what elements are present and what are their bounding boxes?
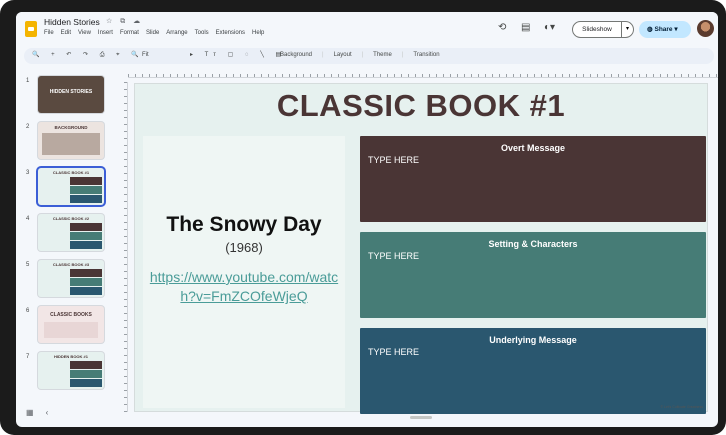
slide-number: 1 bbox=[26, 78, 30, 84]
history-icon[interactable]: ⟲ bbox=[498, 22, 506, 33]
collapse-panel-icon[interactable]: ‹ bbox=[46, 408, 61, 417]
menu-format[interactable]: Format bbox=[120, 30, 139, 36]
filmstrip-view-controls: ▦‹ bbox=[26, 408, 60, 417]
zoom-select[interactable]: Fit bbox=[142, 52, 149, 58]
divider: | bbox=[322, 52, 324, 58]
thumbnail-box bbox=[70, 370, 102, 378]
thumbnail-body bbox=[42, 133, 100, 155]
menu-insert[interactable]: Insert bbox=[98, 30, 113, 36]
slide-canvas[interactable]: CLASSIC BOOK #1 The Snowy Day (1968) htt… bbox=[134, 83, 708, 414]
slide-title[interactable]: CLASSIC BOOK #1 bbox=[135, 88, 707, 124]
slide-number: 3 bbox=[26, 170, 30, 176]
menu-bar: File Edit View Insert Format Slide Arran… bbox=[44, 30, 264, 36]
copyright-credit: © Let's Cultivate Greatness bbox=[660, 405, 703, 409]
slideshow-button[interactable]: Slideshow bbox=[572, 21, 622, 38]
slide-number: 4 bbox=[26, 216, 30, 222]
slide-thumbnail-4[interactable]: CLASSIC BOOK #2 bbox=[38, 214, 104, 251]
slide-number: 7 bbox=[26, 354, 30, 360]
comment-icon[interactable]: ▤ bbox=[521, 22, 530, 33]
slide-thumbnail-1[interactable]: HIDDEN STORIES bbox=[38, 76, 104, 113]
slide-thumbnail-5[interactable]: CLASSIC BOOK #3 bbox=[38, 260, 104, 297]
slideshow-dropdown[interactable]: ▾ bbox=[622, 21, 634, 38]
transition-button[interactable]: Transition bbox=[413, 52, 439, 58]
thumbnail-box bbox=[70, 361, 102, 369]
share-button[interactable]: ◍ Share ▾ bbox=[639, 21, 691, 38]
app-window: Hidden Stories ☆ ⧉ ☁ File Edit View Inse… bbox=[16, 12, 718, 427]
menu-file[interactable]: File bbox=[44, 30, 54, 36]
slide-thumbnail-6[interactable]: CLASSIC BOOKS bbox=[38, 306, 104, 343]
menu-arrange[interactable]: Arrange bbox=[166, 30, 187, 36]
box-placeholder[interactable]: TYPE HERE bbox=[368, 251, 419, 261]
box-placeholder[interactable]: TYPE HERE bbox=[368, 347, 419, 357]
thumbnail-box bbox=[70, 186, 102, 194]
menu-tools[interactable]: Tools bbox=[195, 30, 209, 36]
thumbnail-box bbox=[70, 379, 102, 387]
divider: | bbox=[361, 52, 364, 58]
background-button[interactable]: Background bbox=[280, 52, 312, 58]
box-label: Underlying Message bbox=[489, 335, 577, 345]
setting-characters-box[interactable]: Setting & Characters TYPE HERE bbox=[360, 232, 706, 318]
book-video-link[interactable]: https://www.youtube.com/watch?v=FmZCOfeW… bbox=[149, 268, 339, 306]
thumbnail-box bbox=[70, 223, 102, 231]
slide-thumbnail-7[interactable]: HIDDEN BOOK #1 bbox=[38, 352, 104, 389]
menu-slide[interactable]: Slide bbox=[146, 30, 159, 36]
slide-number: 5 bbox=[26, 262, 30, 268]
speaker-notes-handle[interactable] bbox=[410, 416, 432, 419]
thumbnail-body bbox=[44, 322, 98, 338]
box-label: Setting & Characters bbox=[488, 239, 578, 249]
theme-button[interactable]: Theme bbox=[373, 52, 392, 58]
book-info-panel[interactable]: The Snowy Day (1968) https://www.youtube… bbox=[143, 136, 345, 408]
underlying-message-box[interactable]: Underlying Message TYPE HERE bbox=[360, 328, 706, 414]
thumbnail-box bbox=[70, 241, 102, 249]
thumbnail-box bbox=[70, 278, 102, 286]
avatar[interactable] bbox=[697, 20, 714, 37]
toolbar-slide-buttons: Background | Layout | Theme | Transition bbox=[280, 52, 440, 58]
share-label: Share bbox=[654, 26, 673, 33]
horizontal-ruler bbox=[128, 68, 718, 78]
vertical-ruler bbox=[120, 82, 128, 412]
laptop-bezel: Hidden Stories ☆ ⧉ ☁ File Edit View Inse… bbox=[0, 0, 726, 435]
slides-logo-icon[interactable] bbox=[25, 21, 37, 37]
thumbnail-box bbox=[70, 232, 102, 240]
thumbnail-box bbox=[70, 177, 102, 185]
menu-help[interactable]: Help bbox=[252, 30, 264, 36]
book-title[interactable]: The Snowy Day bbox=[143, 213, 345, 237]
slide-number: 2 bbox=[26, 124, 30, 130]
title-bar: Hidden Stories ☆ ⧉ ☁ File Edit View Inse… bbox=[16, 12, 718, 46]
menu-view[interactable]: View bbox=[78, 30, 91, 36]
thumbnail-title: HIDDEN STORIES bbox=[49, 89, 93, 95]
slide-filmstrip: 1 HIDDEN STORIES 2 BACKGROUND 3 CLASSIC … bbox=[16, 68, 116, 418]
toolbar-edit-icons[interactable]: 🔍 + ↶ ↷ ⎙ ⌖ 🔍 bbox=[32, 51, 144, 59]
thumbnail-box bbox=[70, 287, 102, 295]
slide-number: 6 bbox=[26, 308, 30, 314]
divider: | bbox=[401, 52, 404, 58]
overt-message-box[interactable]: Overt Message TYPE HERE bbox=[360, 136, 706, 222]
thumbnail-title: CLASSIC BOOK #3 bbox=[52, 262, 90, 267]
grid-view-icon[interactable]: ▦ bbox=[26, 408, 46, 417]
thumbnail-title: BACKGROUND bbox=[38, 125, 104, 130]
toolbar-insert-icons[interactable]: ▸ Tт ▢ ◌ ╲ ▤ bbox=[190, 51, 286, 58]
video-call-icon[interactable]: ◐▾ bbox=[544, 22, 555, 33]
box-placeholder[interactable]: TYPE HERE bbox=[368, 155, 419, 165]
thumbnail-title: CLASSIC BOOK #1 bbox=[52, 170, 90, 175]
thumbnail-box bbox=[70, 195, 102, 203]
menu-extensions[interactable]: Extensions bbox=[216, 30, 245, 36]
document-title[interactable]: Hidden Stories bbox=[44, 17, 100, 27]
slide-thumbnail-2[interactable]: BACKGROUND bbox=[38, 122, 104, 159]
layout-button[interactable]: Layout bbox=[334, 52, 352, 58]
menu-edit[interactable]: Edit bbox=[61, 30, 71, 36]
star-move-cloud-icons[interactable]: ☆ ⧉ ☁ bbox=[106, 17, 143, 26]
thumbnail-box bbox=[70, 269, 102, 277]
thumbnail-title: HIDDEN BOOK #1 bbox=[53, 354, 88, 359]
thumbnail-title: CLASSIC BOOK #2 bbox=[52, 216, 90, 221]
toolbar: 🔍 + ↶ ↷ ⎙ ⌖ 🔍 Fit ▸ Tт ▢ ◌ ╲ ▤ Backgroun… bbox=[24, 48, 714, 64]
box-label: Overt Message bbox=[500, 143, 566, 153]
slide-thumbnail-3[interactable]: CLASSIC BOOK #1 bbox=[38, 168, 104, 205]
book-year[interactable]: (1968) bbox=[143, 240, 345, 255]
thumbnail-title: CLASSIC BOOKS bbox=[50, 312, 92, 318]
